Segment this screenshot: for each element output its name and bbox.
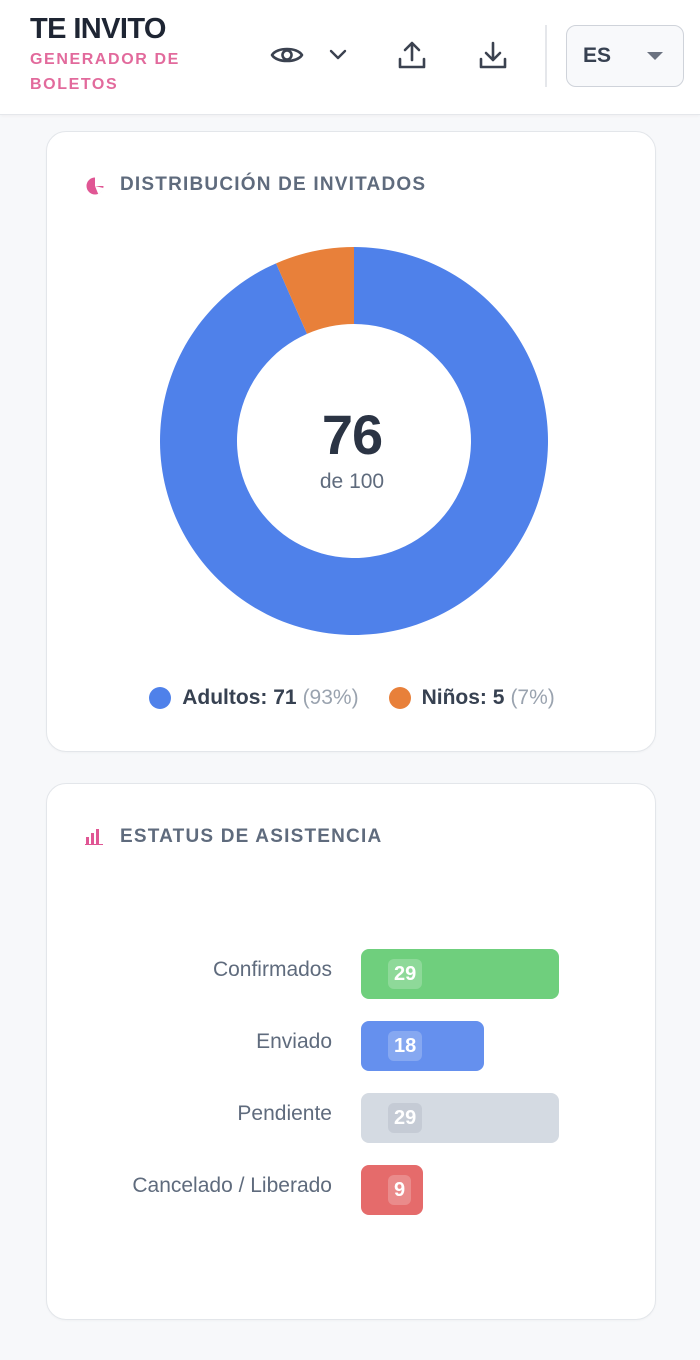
preview-dropdown-button[interactable] xyxy=(324,40,352,70)
preview-button[interactable] xyxy=(267,35,307,75)
upload-icon xyxy=(398,41,426,69)
status-bar: 29 xyxy=(361,1093,559,1143)
status-value-badge: 18 xyxy=(388,1031,423,1061)
guest-total-value: 76 xyxy=(321,403,383,466)
status-bar: 29 xyxy=(361,949,559,999)
legend-item-children: Niños: 5 (7%) xyxy=(388,686,555,710)
app-title: TE INVITO xyxy=(30,13,166,45)
legend-dot xyxy=(388,687,411,709)
legend-label: Adultos: 71 xyxy=(182,686,297,709)
language-value: ES xyxy=(583,44,612,67)
distribution-title: DISTRIBUCIÓN DE INVITADOS xyxy=(120,174,427,195)
download-button[interactable] xyxy=(473,34,513,76)
status-title: ESTATUS DE ASISTENCIA xyxy=(120,826,383,847)
legend-item-adults: Adultos: 71 (93%) xyxy=(149,686,359,710)
status-value-badge: 29 xyxy=(388,959,423,989)
status-label: Cancelado / Liberado xyxy=(132,1174,332,1197)
language-select[interactable]: ES xyxy=(566,25,684,87)
legend-label: Niños: 5 xyxy=(421,686,505,709)
caret-down-icon xyxy=(647,52,663,60)
legend-percent: (93%) xyxy=(302,686,359,709)
guest-capacity-label: de 100 xyxy=(319,470,385,493)
chevron-down-icon xyxy=(329,49,347,60)
status-label: Confirmados xyxy=(212,958,332,981)
status-label: Enviado xyxy=(256,1030,332,1053)
header-divider xyxy=(545,25,547,87)
legend-percent: (7%) xyxy=(510,686,555,709)
eye-icon xyxy=(270,47,304,63)
status-value-badge: 29 xyxy=(388,1103,423,1133)
app-subtitle: GENERADOR DE BOLETOS xyxy=(30,51,180,93)
legend-dot xyxy=(149,687,172,709)
bar-chart-icon xyxy=(85,829,103,845)
attendance-status-card: ESTATUS DE ASISTENCIA Confirmados 29 Envia… xyxy=(46,783,656,1320)
upload-button[interactable] xyxy=(392,34,432,76)
guest-distribution-card: DISTRIBUCIÓN DE INVITADOS 76 de 100 Adul… xyxy=(46,131,656,752)
app-header: TE INVITO GENERADOR DE BOLETOS ES xyxy=(0,0,700,115)
status-bar: 9 xyxy=(361,1165,423,1215)
pie-chart-icon xyxy=(86,176,105,195)
download-icon xyxy=(479,41,507,69)
donut-legend: Adultos: 71 (93%) Niños: 5 (7%) xyxy=(47,686,657,710)
status-value-badge: 9 xyxy=(388,1175,412,1205)
status-label: Pendiente xyxy=(237,1102,332,1125)
status-bar: 18 xyxy=(361,1021,484,1071)
